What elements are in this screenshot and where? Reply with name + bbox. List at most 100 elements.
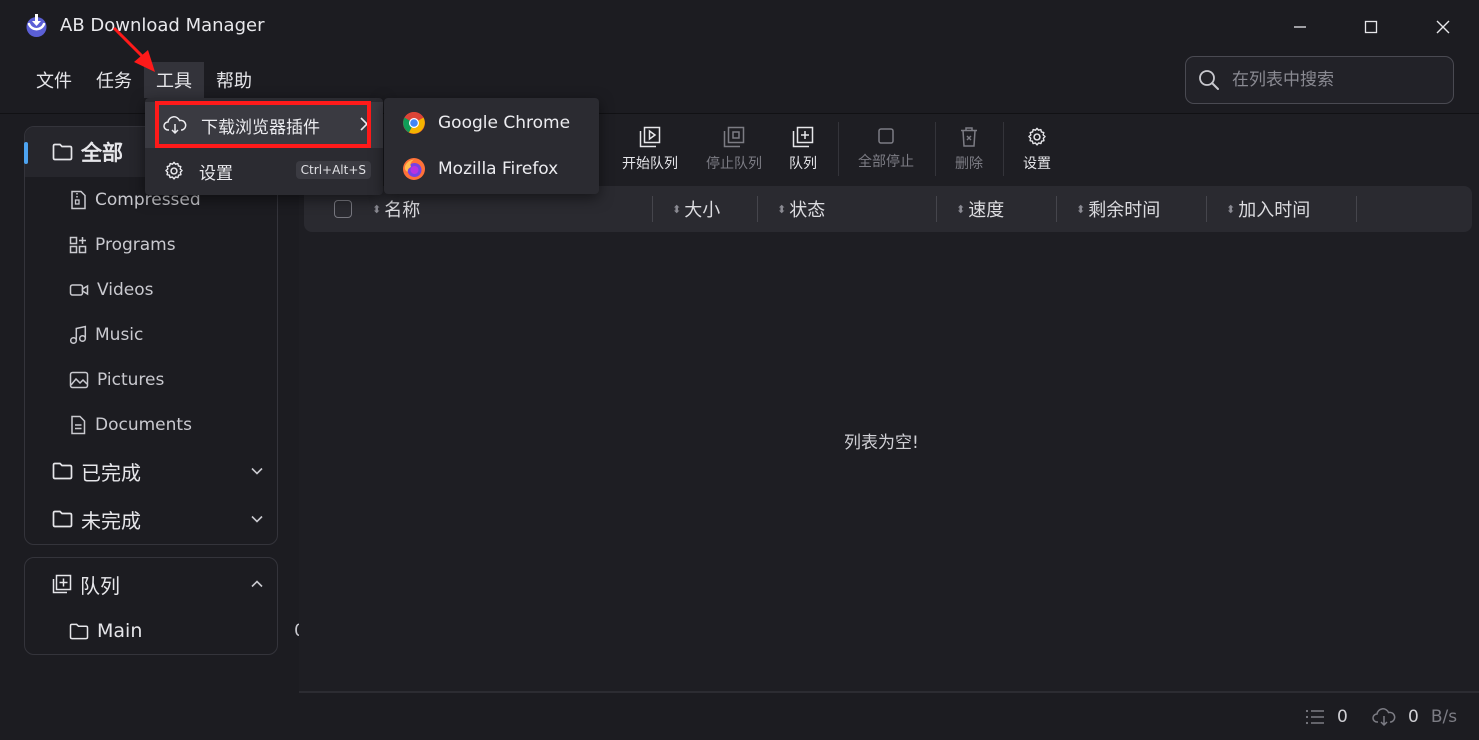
delete-label: 删除 xyxy=(955,156,983,172)
apps-icon xyxy=(69,236,87,253)
queue-icon xyxy=(52,574,72,594)
column-separator[interactable] xyxy=(1056,196,1057,222)
search-icon xyxy=(1199,70,1219,90)
sort-icon: ⬍ xyxy=(1226,202,1236,216)
column-size[interactable]: ⬍ 大小 xyxy=(672,196,720,222)
archive-icon xyxy=(71,190,86,209)
stop-all-label: 全部停止 xyxy=(858,154,914,170)
queues-title: 队列 xyxy=(80,573,120,598)
chevron-down-icon[interactable] xyxy=(251,515,263,523)
column-separator[interactable] xyxy=(936,196,937,222)
category-all-label: 全部 xyxy=(81,141,123,165)
column-status[interactable]: ⬍ 状态 xyxy=(777,196,825,222)
stop-queue-icon xyxy=(723,126,745,148)
gear-icon xyxy=(165,161,183,180)
queue-button[interactable]: 队列 xyxy=(768,126,838,180)
download-speed-unit: B/s xyxy=(1430,707,1458,727)
column-speed-label: 速度 xyxy=(968,200,1005,221)
column-time-left[interactable]: ⬍ 剩余时间 xyxy=(1076,196,1160,222)
category-finished[interactable]: 已完成 xyxy=(25,447,277,495)
stop-all-button[interactable]: 全部停止 xyxy=(851,126,921,180)
menu-help[interactable]: 帮助 xyxy=(204,62,264,98)
sort-icon: ⬍ xyxy=(672,202,682,216)
column-name[interactable]: ⬍ 名称 xyxy=(372,196,420,222)
maximize-button[interactable] xyxy=(1351,12,1391,42)
close-button[interactable] xyxy=(1423,12,1463,42)
folder-icon xyxy=(52,143,73,161)
stop-queue-button[interactable]: 停止队列 xyxy=(699,126,769,180)
search-input[interactable] xyxy=(1232,70,1442,90)
column-size-label: 大小 xyxy=(684,200,721,221)
settings-menu-item[interactable]: 设置 Ctrl+Alt+S xyxy=(145,148,383,194)
column-separator[interactable] xyxy=(1206,196,1207,222)
queues-header[interactable]: 队列 xyxy=(25,560,277,608)
delete-button[interactable]: 删除 xyxy=(934,126,1004,180)
column-time-left-label: 剩余时间 xyxy=(1088,200,1161,221)
sort-icon: ⬍ xyxy=(956,202,966,216)
category-music[interactable]: Music xyxy=(69,312,321,357)
stop-icon xyxy=(878,128,894,144)
column-separator[interactable] xyxy=(1356,196,1357,222)
column-date-added[interactable]: ⬍ 加入时间 xyxy=(1226,196,1310,222)
document-icon xyxy=(71,415,86,434)
folder-icon xyxy=(52,462,73,480)
download-speed-value: 0 xyxy=(1408,707,1419,727)
status-bar xyxy=(299,693,1479,740)
close-icon xyxy=(1436,20,1450,34)
start-queue-icon xyxy=(639,126,661,148)
queue-label: 队列 xyxy=(789,156,817,172)
column-speed[interactable]: ⬍ 速度 xyxy=(956,196,1004,222)
folder-icon xyxy=(52,510,73,528)
category-programs-label: Programs xyxy=(95,234,176,255)
category-videos[interactable]: Videos xyxy=(69,267,321,312)
active-downloads-count: 0 xyxy=(1337,707,1348,727)
cloud-download-icon xyxy=(1372,708,1396,727)
maximize-icon xyxy=(1364,20,1378,34)
app-title: AB Download Manager xyxy=(60,15,265,36)
google-chrome-label: Google Chrome xyxy=(438,113,571,133)
column-separator[interactable] xyxy=(757,196,758,222)
trash-icon xyxy=(961,127,977,147)
start-queue-button[interactable]: 开始队列 xyxy=(615,126,685,180)
chevron-down-icon[interactable] xyxy=(251,467,263,475)
sort-icon: ⬍ xyxy=(777,202,787,216)
mozilla-firefox-label: Mozilla Firefox xyxy=(438,159,559,179)
video-icon xyxy=(69,283,89,296)
select-all-checkbox[interactable] xyxy=(334,200,352,218)
queues-panel: 队列 Main 0 xyxy=(24,557,305,655)
category-finished-label: 已完成 xyxy=(81,460,141,485)
column-date-added-label: 加入时间 xyxy=(1238,200,1311,221)
start-queue-label: 开始队列 xyxy=(622,156,678,172)
gear-icon xyxy=(1028,127,1046,146)
firefox-icon xyxy=(403,158,425,180)
category-documents[interactable]: Documents xyxy=(69,402,321,447)
category-pictures[interactable]: Pictures xyxy=(69,357,321,402)
queue-main[interactable]: Main 0 xyxy=(69,608,321,654)
stop-queue-label: 停止队列 xyxy=(706,156,762,172)
category-programs[interactable]: Programs xyxy=(69,222,321,267)
highlight-annotation-box xyxy=(155,101,371,148)
menu-file[interactable]: 文件 xyxy=(24,62,84,98)
category-unfinished-label: 未完成 xyxy=(81,508,141,533)
list-icon xyxy=(1305,709,1324,725)
search-box[interactable] xyxy=(1185,56,1454,104)
mozilla-firefox-item[interactable]: Mozilla Firefox xyxy=(384,146,599,192)
empty-list-message: 列表为空! xyxy=(844,433,919,453)
minimize-button[interactable] xyxy=(1280,12,1320,42)
google-chrome-item[interactable]: Google Chrome xyxy=(384,100,599,146)
column-separator[interactable] xyxy=(652,196,653,222)
download-speed-status: 0 B/s xyxy=(1372,707,1457,727)
category-unfinished[interactable]: 未完成 xyxy=(25,495,277,543)
selected-indicator xyxy=(24,142,28,164)
column-status-label: 状态 xyxy=(789,200,826,221)
category-pictures-label: Pictures xyxy=(97,369,165,390)
category-documents-label: Documents xyxy=(95,414,192,435)
sort-icon: ⬍ xyxy=(372,202,382,216)
sort-icon: ⬍ xyxy=(1076,202,1086,216)
folder-icon xyxy=(69,623,89,639)
chrome-icon xyxy=(403,112,425,134)
queue-main-label: Main xyxy=(97,620,143,642)
toolbar-settings-button[interactable]: 设置 xyxy=(1002,126,1072,180)
settings-shortcut: Ctrl+Alt+S xyxy=(295,161,371,179)
chevron-up-icon[interactable] xyxy=(251,580,263,588)
